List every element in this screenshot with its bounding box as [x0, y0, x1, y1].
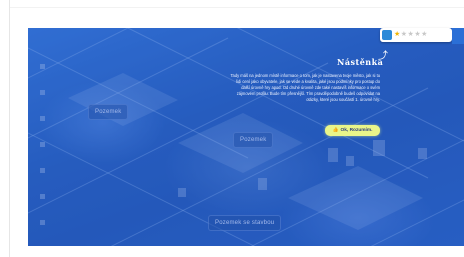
page-top-border: [10, 7, 464, 8]
ok-understood-button[interactable]: 👍 Ok, Rozumím.: [325, 125, 380, 136]
profile-badge-icon[interactable]: [382, 30, 392, 40]
bulletin-description: Tady máš na jednom místě informace o tom…: [230, 73, 381, 103]
player-status-bar[interactable]: ★★★★★: [380, 28, 452, 42]
star-filled-icon: ★: [394, 31, 401, 38]
curved-arrow-icon: ⤴: [378, 51, 388, 62]
game-viewport[interactable]: Pozemek Pozemek Pozemek se stavbou: [28, 28, 464, 246]
page-left-border: [9, 0, 10, 257]
thumbs-up-icon: 👍: [332, 128, 339, 133]
rating-stars: ★★★★★: [394, 29, 428, 41]
menu-tab-edge[interactable]: [452, 28, 464, 44]
tutorial-dim-overlay: [28, 28, 464, 246]
star-empty-icon: ★★★★: [400, 31, 428, 38]
ok-button-label: Ok, Rozumím.: [340, 128, 373, 133]
